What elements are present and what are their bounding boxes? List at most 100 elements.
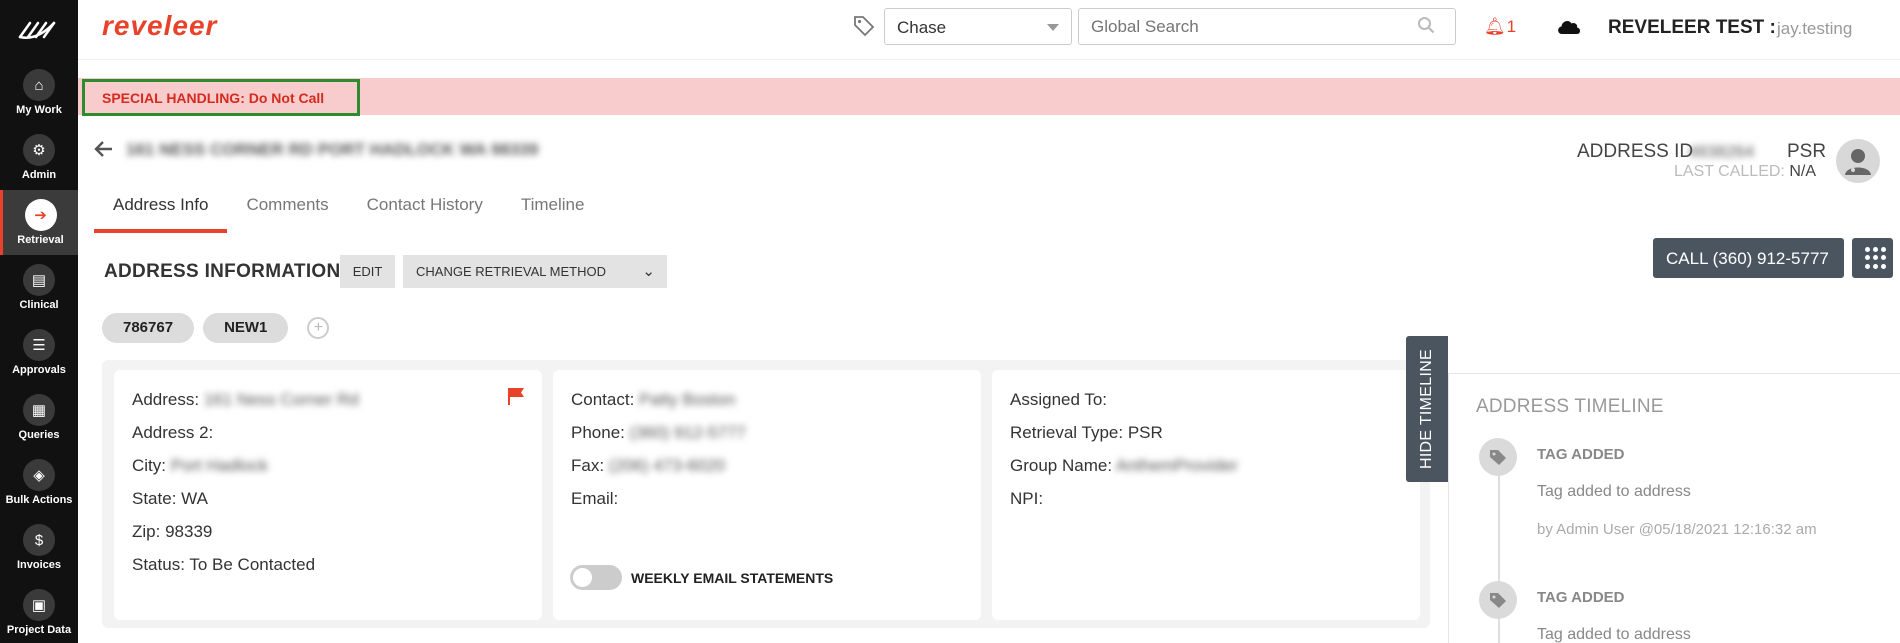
- project-data-icon: ▣: [23, 589, 55, 621]
- hide-timeline-button[interactable]: HIDE TIMELINE: [1406, 336, 1448, 482]
- address-psr: PSR: [1787, 141, 1827, 162]
- assigned-row: Assigned To:: [1010, 390, 1402, 423]
- contact-label: Contact:: [571, 390, 635, 409]
- tag-icon: [1479, 581, 1517, 619]
- timeline-author: by Admin User @05/18/2021 12:16:32 am: [1537, 521, 1817, 538]
- sidebar-item-label: My Work: [16, 104, 62, 116]
- timeline-description: Tag added to address: [1537, 626, 1691, 643]
- group-label: Group Name:: [1010, 456, 1113, 475]
- avatar[interactable]: [1836, 139, 1880, 183]
- email-row: Email:: [571, 489, 963, 522]
- npi-label: NPI:: [1010, 489, 1044, 508]
- sidebar-item-label: Bulk Actions: [5, 494, 73, 506]
- zip-label: Zip:: [132, 522, 161, 541]
- address-row: Address: 161 Ness Corner Rd: [132, 390, 524, 423]
- checklist-icon: ☰: [23, 329, 55, 361]
- add-tag-icon[interactable]: +: [307, 317, 330, 339]
- tag-chips: 786767 NEW1 +: [102, 313, 330, 343]
- chevron-down-icon: [1047, 24, 1059, 31]
- weekly-email-toggle[interactable]: [570, 565, 622, 590]
- last-called: LAST CALLED: N/A: [1674, 163, 1816, 181]
- email-label: Email:: [571, 489, 619, 508]
- tab-timeline[interactable]: Timeline: [502, 190, 604, 233]
- call-button[interactable]: CALL (360) 912-5777: [1653, 238, 1844, 278]
- clinical-icon: ▤: [23, 264, 55, 296]
- city-label: City:: [132, 456, 166, 475]
- layers-icon: ◈: [23, 459, 55, 491]
- sidebar-item-label: Project Data: [6, 624, 72, 636]
- global-search-input[interactable]: [1078, 8, 1456, 45]
- top-header: reveleer Chase 🔔︎ 1 REVELEER TEST : jay.…: [78, 0, 1900, 60]
- sidebar-item-bulk-actions[interactable]: ◈ Bulk Actions: [0, 450, 78, 515]
- sidebar-item-label: Clinical: [19, 299, 59, 311]
- special-handling-text: SPECIAL HANDLING: Do Not Call: [82, 79, 360, 116]
- sidebar-item-clinical[interactable]: ▤ Clinical: [0, 255, 78, 320]
- project-select[interactable]: Chase: [884, 8, 1072, 45]
- status-value: To Be Contacted: [189, 555, 316, 574]
- address2-row: Address 2:: [132, 423, 524, 456]
- tag-icon[interactable]: [852, 14, 876, 38]
- tab-address-info[interactable]: Address Info: [94, 190, 228, 233]
- back-arrow-icon[interactable]: [94, 138, 114, 164]
- last-called-label: LAST CALLED:: [1674, 163, 1785, 180]
- notification-count: 1: [1506, 17, 1517, 36]
- sidebar-item-label: Invoices: [16, 559, 62, 571]
- user-org: REVELEER TEST :: [1608, 17, 1776, 38]
- fax-row: Fax: (206) 473-6020: [571, 456, 963, 489]
- address-timeline-panel: ADDRESS TIMELINE TAG ADDED Tag added to …: [1448, 373, 1900, 643]
- state-row: State: WA: [132, 489, 524, 522]
- sidebar-item-admin[interactable]: ⚙ Admin: [0, 125, 78, 190]
- project-select-value: Chase: [897, 18, 947, 37]
- sidebar-nav: ⌂ My Work ⚙ Admin ➔ Retrieval ▤ Clinical ☰ Approv…: [0, 60, 78, 643]
- search-icon[interactable]: [1417, 16, 1435, 34]
- brand-logo[interactable]: reveleer: [102, 10, 217, 42]
- gear-icon: ⚙: [23, 134, 55, 166]
- sidebar-item-approvals[interactable]: ☰ Approvals: [0, 320, 78, 385]
- flag-icon[interactable]: [506, 386, 526, 406]
- group-row: Group Name: AnthemProvider: [1010, 456, 1402, 489]
- retrieval-type-row: Retrieval Type: PSR: [1010, 423, 1402, 456]
- address2-label: Address 2:: [132, 423, 214, 442]
- tag-icon: [1479, 438, 1517, 476]
- contact-card: Contact: Patty Boston Phone: (360) 912-5…: [553, 370, 981, 620]
- timeline-title: ADDRESS TIMELINE: [1476, 396, 1664, 417]
- tab-comments[interactable]: Comments: [227, 190, 347, 233]
- retrieval-type-value: PSR: [1127, 423, 1163, 442]
- timeline-heading: TAG ADDED: [1537, 446, 1625, 463]
- sidebar-item-invoices[interactable]: $ Invoices: [0, 515, 78, 580]
- address-id-value: 4838264: [1688, 142, 1755, 161]
- sidebar-item-queries[interactable]: ▦ Queries: [0, 385, 78, 450]
- status-row: Status: To Be Contacted: [132, 555, 524, 588]
- address-info-title: ADDRESS INFORMATION: [104, 261, 341, 282]
- change-retrieval-method-button[interactable]: CHANGE RETRIEVAL METHOD ⌄: [403, 255, 667, 288]
- tab-contact-history[interactable]: Contact History: [348, 190, 502, 233]
- tag-chip[interactable]: NEW1: [203, 313, 289, 343]
- home-icon: ⌂: [23, 69, 55, 101]
- fax-value: (206) 473-6020: [608, 456, 726, 475]
- sidebar-item-project-data[interactable]: ▣ Project Data: [0, 580, 78, 643]
- phone-label: Phone:: [571, 423, 625, 442]
- fax-label: Fax:: [571, 456, 605, 475]
- weekly-email-label: WEEKLY EMAIL STATEMENTS: [631, 570, 834, 586]
- sidebar-item-label: Approvals: [12, 364, 66, 376]
- tag-chip[interactable]: 786767: [102, 313, 195, 343]
- cloud-icon[interactable]: [1556, 17, 1582, 35]
- dialpad-icon[interactable]: [1852, 238, 1893, 278]
- assignment-card: Assigned To: Retrieval Type: PSR Group N…: [992, 370, 1420, 620]
- address-card: Address: 161 Ness Corner Rd Address 2: C…: [114, 370, 542, 620]
- sidebar-item-my-work[interactable]: ⌂ My Work: [0, 60, 78, 125]
- notifications-button[interactable]: 🔔︎ 1: [1484, 17, 1516, 37]
- app-logo-icon[interactable]: [0, 0, 78, 60]
- phone-value: (360) 912-5777: [629, 423, 746, 442]
- sidebar-item-retrieval[interactable]: ➔ Retrieval: [0, 190, 78, 255]
- user-name[interactable]: jay.testing: [1777, 19, 1852, 39]
- contact-value: Patty Boston: [639, 390, 736, 409]
- edit-button[interactable]: EDIT: [340, 255, 395, 288]
- sidebar-item-label: Retrieval: [17, 234, 64, 246]
- status-label: Status:: [132, 555, 185, 574]
- assigned-label: Assigned To:: [1010, 390, 1108, 409]
- address-id-label: ADDRESS ID: [1577, 141, 1694, 162]
- state-value: WA: [181, 489, 208, 508]
- bell-icon: 🔔︎: [1484, 17, 1506, 36]
- hide-timeline-label: HIDE TIMELINE: [1418, 348, 1435, 470]
